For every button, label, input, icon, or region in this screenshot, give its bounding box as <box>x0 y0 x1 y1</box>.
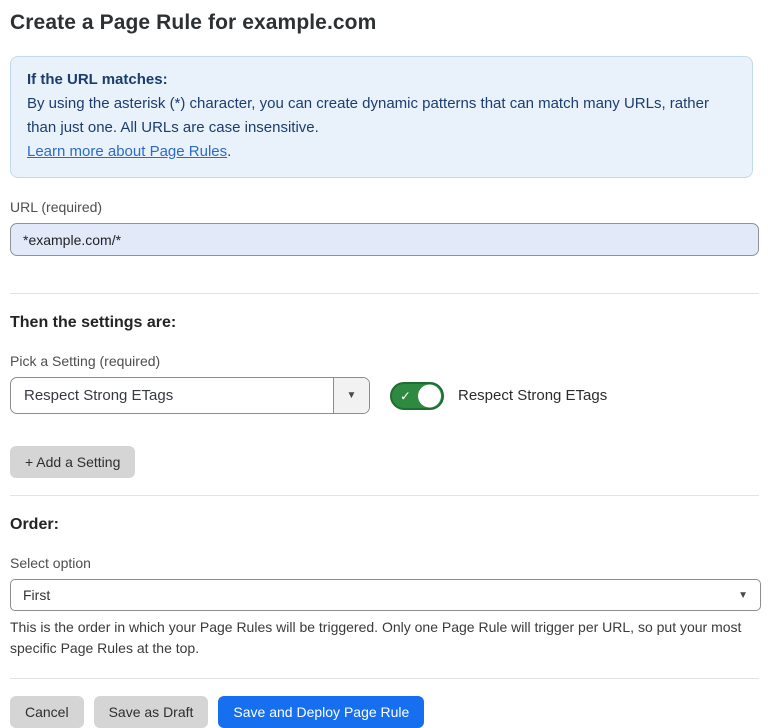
form-actions: Cancel Save as Draft Save and Deploy Pag… <box>10 696 759 728</box>
settings-heading: Then the settings are: <box>10 314 759 332</box>
setting-select[interactable]: Respect Strong ETags ▼ <box>10 377 370 414</box>
pick-setting-label: Pick a Setting (required) <box>10 353 759 369</box>
page-title: Create a Page Rule for example.com <box>10 11 759 35</box>
toggle-label: Respect Strong ETags <box>458 387 607 404</box>
save-draft-button[interactable]: Save as Draft <box>94 696 209 728</box>
url-input[interactable] <box>10 223 759 256</box>
setting-toggle[interactable]: ✓ <box>390 382 444 410</box>
chevron-down-icon: ▼ <box>738 590 748 601</box>
url-match-info-box: If the URL matches: By using the asteris… <box>10 56 753 178</box>
info-box-body: By using the asterisk (*) character, you… <box>27 92 736 140</box>
order-select[interactable]: First ▼ <box>10 579 761 611</box>
order-heading: Order: <box>10 516 759 534</box>
toggle-knob <box>418 384 441 407</box>
learn-more-link[interactable]: Learn more about Page Rules <box>27 143 227 160</box>
url-label: URL (required) <box>10 199 759 215</box>
setting-toggle-wrap: ✓ Respect Strong ETags <box>390 382 607 410</box>
setting-row: Respect Strong ETags ▼ ✓ Respect Strong … <box>10 377 759 414</box>
divider <box>10 678 759 679</box>
info-box-link-line: Learn more about Page Rules. <box>27 140 736 164</box>
chevron-down-icon: ▼ <box>333 378 369 413</box>
order-select-value: First <box>23 587 738 603</box>
info-box-heading: If the URL matches: <box>27 68 736 92</box>
cancel-button[interactable]: Cancel <box>10 696 84 728</box>
link-period: . <box>227 143 231 160</box>
create-page-rule-form: Create a Page Rule for example.com If th… <box>0 0 769 728</box>
select-option-label: Select option <box>10 555 759 571</box>
save-deploy-button[interactable]: Save and Deploy Page Rule <box>218 696 424 728</box>
divider <box>10 495 759 496</box>
order-help-text: This is the order in which your Page Rul… <box>10 617 761 659</box>
setting-select-value: Respect Strong ETags <box>11 378 333 413</box>
divider <box>10 293 759 294</box>
check-icon: ✓ <box>400 389 411 402</box>
add-setting-button[interactable]: + Add a Setting <box>10 446 135 478</box>
